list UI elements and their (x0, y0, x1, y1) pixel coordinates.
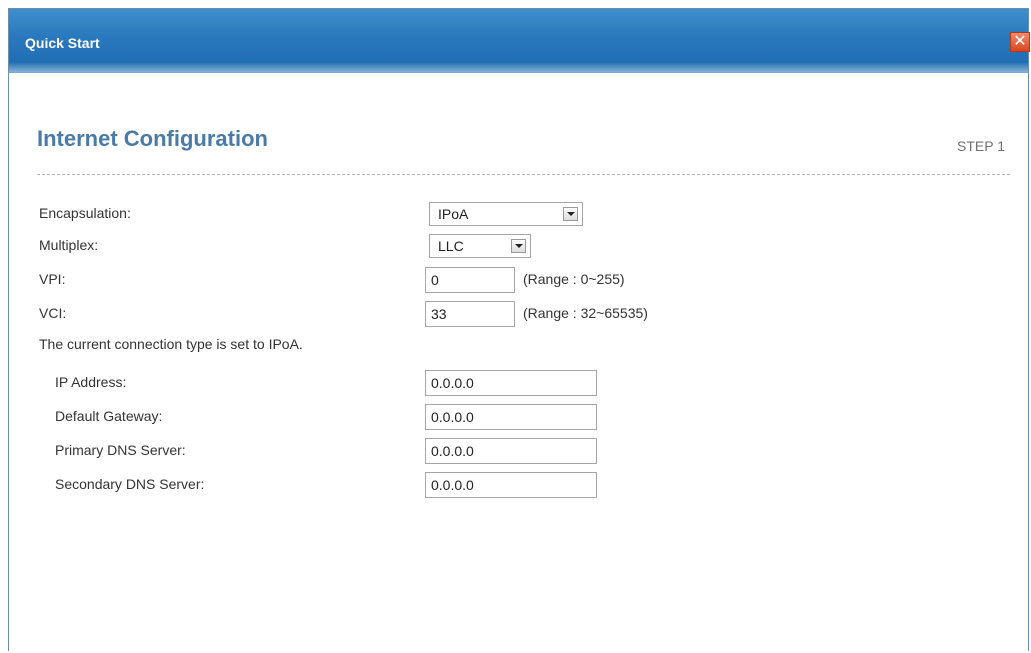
section-divider (37, 174, 1010, 175)
dialog-titlebar: Quick Start ✕ (9, 9, 1030, 73)
primary-dns-field[interactable] (425, 438, 597, 464)
secondary-dns-field[interactable] (425, 472, 597, 498)
encapsulation-label: Encapsulation: (39, 205, 131, 221)
connection-type-note: The current connection type is set to IP… (39, 336, 303, 352)
default-gateway-label: Default Gateway: (55, 408, 163, 424)
multiplex-label: Multiplex: (39, 237, 99, 253)
vci-label: VCI: (39, 305, 67, 321)
multiplex-select[interactable]: LLC (429, 234, 531, 258)
multiplex-value: LLC (438, 238, 464, 254)
secondary-dns-label: Secondary DNS Server: (55, 476, 205, 492)
default-gateway-field[interactable] (425, 404, 597, 430)
chevron-down-icon (563, 207, 578, 221)
close-button[interactable]: ✕ (1010, 32, 1030, 52)
quick-start-dialog: Quick Start ✕ Internet Configuration STE… (8, 8, 1030, 651)
vpi-field[interactable] (425, 267, 515, 293)
close-icon: ✕ (1013, 33, 1027, 50)
encapsulation-value: IPoA (438, 206, 469, 222)
vpi-range: (Range : 0~255) (523, 271, 625, 287)
section-title: Internet Configuration (37, 126, 268, 151)
vpi-label: VPI: (39, 271, 66, 287)
vci-field[interactable] (425, 301, 515, 327)
ip-address-field[interactable] (425, 370, 597, 396)
ip-address-label: IP Address: (55, 374, 127, 390)
step-indicator: STEP 1 (957, 138, 1005, 154)
dialog-title: Quick Start (25, 35, 100, 51)
chevron-down-icon (511, 239, 526, 253)
encapsulation-select[interactable]: IPoA (429, 202, 583, 226)
top-strip (0, 0, 1031, 8)
primary-dns-label: Primary DNS Server: (55, 442, 186, 458)
vci-range: (Range : 32~65535) (523, 305, 648, 321)
